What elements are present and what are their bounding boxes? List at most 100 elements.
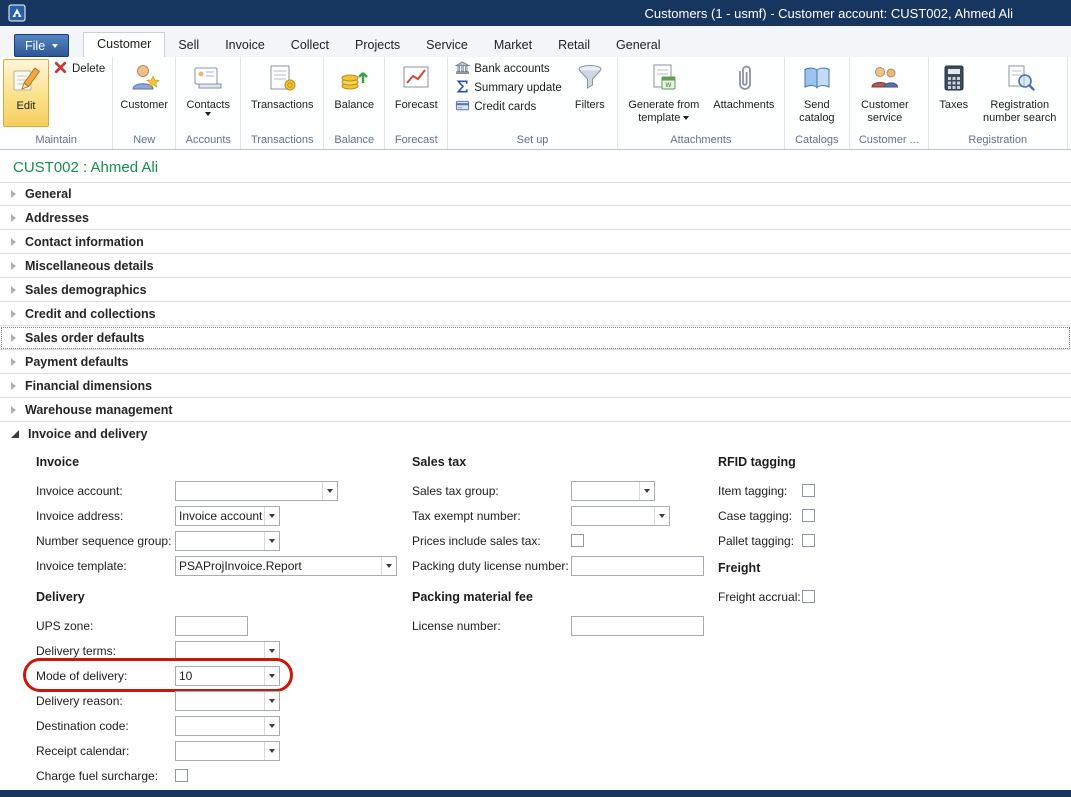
license-number-input[interactable] [571, 616, 704, 636]
dropdown-arrow-icon[interactable] [264, 667, 279, 685]
balance-button[interactable]: Balance [327, 59, 381, 112]
group-label-customer-service: Customer ... [853, 134, 925, 149]
new-customer-button[interactable]: Customer [116, 59, 172, 112]
pallet-tagging-checkbox[interactable] [802, 534, 815, 547]
section-contact-information[interactable]: Contact information [0, 230, 1071, 254]
two-people-icon [869, 62, 901, 99]
tab-sell[interactable]: Sell [165, 34, 212, 57]
charge-fuel-surcharge-checkbox[interactable] [175, 769, 188, 782]
ribbon-group-accounts: Contacts Accounts [176, 57, 241, 149]
tab-general[interactable]: General [603, 34, 673, 57]
customer-service-button[interactable]: Customer service [853, 59, 917, 124]
forecast-button[interactable]: Forecast [388, 59, 444, 112]
delete-x-icon [53, 60, 68, 78]
section-warehouse-management[interactable]: Warehouse management [0, 398, 1071, 422]
app-window: Customers (1 - usmf) - Customer account:… [0, 0, 1071, 797]
tab-retail[interactable]: Retail [545, 34, 603, 57]
field-license-number: License number: [412, 613, 718, 638]
generate-from-template-button[interactable]: w Generate from template [621, 59, 707, 124]
mode-of-delivery-combo[interactable]: 10 [175, 666, 280, 686]
transactions-button[interactable]: Transactions [244, 59, 320, 112]
send-catalog-button[interactable]: Send catalog [788, 59, 846, 124]
invoice-template-label: Invoice template: [36, 559, 175, 573]
tax-exempt-number-combo[interactable] [571, 506, 670, 526]
svg-text:w: w [664, 80, 671, 89]
group-label-new: New [116, 134, 172, 149]
dropdown-arrow-icon[interactable] [264, 692, 279, 710]
expand-arrow-icon [11, 358, 16, 366]
section-miscellaneous-details[interactable]: Miscellaneous details [0, 254, 1071, 278]
section-sales-demographics[interactable]: Sales demographics [0, 278, 1071, 302]
summary-update-label: Summary update [474, 82, 562, 94]
filters-button[interactable]: Filters [566, 59, 614, 112]
section-sales-order-defaults[interactable]: Sales order defaults [0, 326, 1071, 350]
dropdown-arrow-icon[interactable] [264, 507, 279, 525]
edit-button[interactable]: Edit [3, 59, 49, 127]
expand-arrow-icon [11, 406, 16, 414]
field-delivery-terms: Delivery terms: [36, 638, 412, 663]
credit-cards-button[interactable]: Credit cards [451, 97, 566, 116]
mode-of-delivery-label: Mode of delivery: [36, 669, 175, 683]
dropdown-arrow-icon[interactable] [654, 507, 669, 525]
field-prices-include-sales-tax: Prices include sales tax: [412, 528, 718, 553]
contacts-button[interactable]: Contacts [179, 59, 237, 116]
open-book-icon [801, 62, 833, 99]
tab-collect[interactable]: Collect [278, 34, 342, 57]
ribbon-group-forecast: Forecast Forecast [385, 57, 448, 149]
dropdown-arrow-icon[interactable] [264, 532, 279, 550]
group-label-attachments: Attachments [621, 134, 781, 149]
ups-zone-label: UPS zone: [36, 619, 175, 633]
bank-accounts-label: Bank accounts [474, 63, 549, 75]
tab-invoice[interactable]: Invoice [212, 34, 278, 57]
section-payment-defaults[interactable]: Payment defaults [0, 350, 1071, 374]
freight-accrual-checkbox[interactable] [802, 590, 815, 603]
freight-accrual-label: Freight accrual: [718, 590, 802, 604]
receipt-calendar-combo[interactable] [175, 741, 280, 761]
item-tagging-checkbox[interactable] [802, 484, 815, 497]
invoice-account-combo[interactable] [175, 481, 338, 501]
tab-projects[interactable]: Projects [342, 34, 413, 57]
contacts-card-icon [192, 62, 224, 99]
packing-duty-license-number-input[interactable] [571, 556, 704, 576]
sales-tax-group-combo[interactable] [571, 481, 655, 501]
invoice-address-select[interactable]: Invoice account [175, 506, 280, 526]
summary-update-button[interactable]: Summary update [451, 78, 566, 97]
window-title: Customers (1 - usmf) - Customer account:… [645, 6, 1013, 21]
attachments-button[interactable]: Attachments [707, 59, 781, 112]
ups-zone-input[interactable] [175, 616, 248, 636]
bank-accounts-button[interactable]: Bank accounts [451, 59, 566, 78]
field-pallet-tagging: Pallet tagging: [718, 528, 1071, 553]
dropdown-arrow-icon[interactable] [264, 742, 279, 760]
section-general[interactable]: General [0, 182, 1071, 206]
delivery-terms-combo[interactable] [175, 641, 280, 661]
delete-button[interactable]: Delete [49, 59, 109, 78]
case-tagging-checkbox[interactable] [802, 509, 815, 522]
number-sequence-group-combo[interactable] [175, 531, 280, 551]
dropdown-arrow-icon[interactable] [264, 642, 279, 660]
invoice-template-combo[interactable]: PSAProjInvoice.Report [175, 556, 397, 576]
section-invoice-and-delivery[interactable]: Invoice and delivery [0, 422, 1071, 446]
dropdown-arrow-icon[interactable] [639, 482, 654, 500]
tab-service[interactable]: Service [413, 34, 481, 57]
titlebar: Customers (1 - usmf) - Customer account:… [0, 0, 1071, 26]
dropdown-arrow-icon[interactable] [264, 717, 279, 735]
file-menu-button[interactable]: File [14, 34, 69, 57]
ribbon-group-transactions: Transactions Transactions [241, 57, 324, 149]
funnel-icon [574, 62, 606, 99]
registration-number-search-button[interactable]: Registration number search [976, 59, 1064, 124]
section-credit-and-collections[interactable]: Credit and collections [0, 302, 1071, 326]
calculator-icon [938, 62, 970, 99]
section-addresses[interactable]: Addresses [0, 206, 1071, 230]
dropdown-arrow-icon[interactable] [381, 557, 396, 575]
dropdown-arrow-icon[interactable] [322, 482, 337, 500]
tab-market[interactable]: Market [481, 34, 545, 57]
destination-code-combo[interactable] [175, 716, 280, 736]
prices-include-sales-tax-checkbox[interactable] [571, 534, 584, 547]
invoice-delivery-column: Invoice Invoice account: Invoice address… [36, 455, 412, 788]
app-icon [8, 4, 26, 22]
tab-customer[interactable]: Customer [83, 32, 165, 57]
section-financial-dimensions[interactable]: Financial dimensions [0, 374, 1071, 398]
delivery-reason-combo[interactable] [175, 691, 280, 711]
collapse-arrow-icon [11, 430, 19, 438]
taxes-button[interactable]: Taxes [932, 59, 976, 112]
